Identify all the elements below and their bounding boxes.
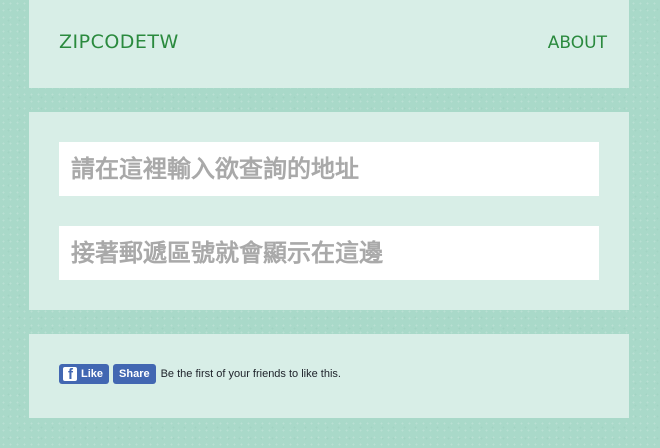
about-link[interactable]: ABOUT — [548, 33, 607, 53]
zipcode-output-field[interactable] — [59, 226, 599, 280]
share-label: Share — [119, 368, 150, 380]
facebook-like-button[interactable]: Like — [59, 364, 110, 384]
facebook-share-button[interactable]: Share — [113, 364, 156, 384]
footer-panel: Like Share Be the first of your friends … — [29, 334, 629, 418]
lookup-panel — [29, 112, 629, 310]
facebook-social-bar: Like Share Be the first of your friends … — [59, 364, 341, 384]
like-label: Like — [81, 368, 104, 380]
brand-logo-link[interactable]: ZIPCODETW — [59, 31, 179, 53]
header-panel: ZIPCODETW ABOUT — [29, 0, 629, 88]
facebook-icon — [63, 367, 77, 381]
facebook-friends-text: Be the first of your friends to like thi… — [160, 368, 341, 380]
address-input[interactable] — [59, 142, 599, 196]
